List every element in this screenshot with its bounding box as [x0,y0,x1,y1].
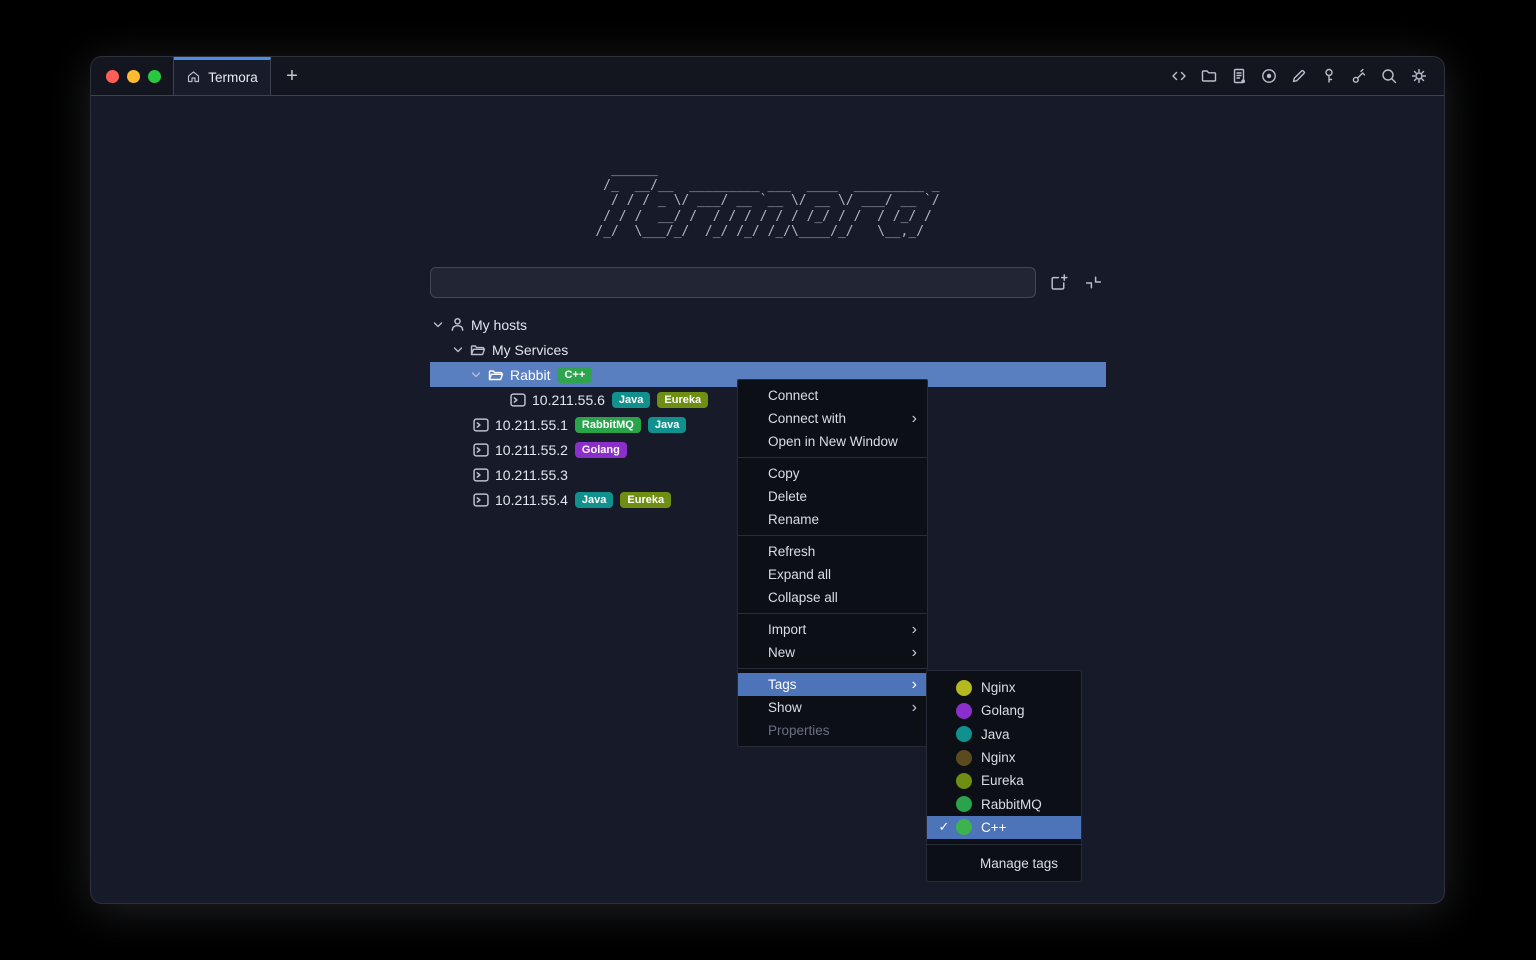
keychain-icon[interactable] [1350,67,1368,85]
edit-icon[interactable] [1290,67,1308,85]
tab-termora[interactable]: Termora [174,57,271,95]
menu-item-collapse-all[interactable]: Collapse all [738,586,927,609]
tag-color-dot [956,680,972,696]
tag-color-dot [956,773,972,789]
tree-label: 10.211.55.1 [495,417,568,433]
tag-badge: Eureka [620,492,671,508]
tags-submenu: Nginx Golang Java Nginx Eureka [926,670,1082,882]
settings-gear-icon[interactable] [1410,67,1428,85]
submenu-item-manage-tags[interactable]: Manage tags [927,850,1081,876]
terminal-icon [473,468,489,482]
terminal-icon [510,393,526,407]
tag-badge: Eureka [657,392,708,408]
folder-open-icon [488,368,504,382]
tag-color-dot [956,819,972,835]
tree-label: 10.211.55.2 [495,442,568,458]
submenu-item-tag[interactable]: Java [927,723,1081,746]
submenu-arrow-icon: › [912,677,917,693]
submenu-arrow-icon: › [912,700,917,716]
submenu-arrow-icon: › [912,411,917,427]
terminal-icon [473,443,489,457]
menu-item-connect[interactable]: Connect [738,384,927,407]
search-input[interactable] [430,267,1036,298]
menu-item-copy[interactable]: Copy [738,462,927,485]
submenu-item-tag[interactable]: Golang [927,699,1081,722]
tag-badge: Java [648,417,686,433]
tag-badge: Java [612,392,650,408]
menu-item-connect-with[interactable]: Connect with› [738,407,927,430]
chevron-down-icon[interactable] [453,345,463,355]
tree-label: 10.211.55.4 [495,492,568,508]
host-search-bar [430,267,1036,298]
user-icon [450,317,465,332]
menu-item-expand-all[interactable]: Expand all [738,563,927,586]
terminal-icon [473,418,489,432]
checkmark-icon: ✓ [935,819,953,835]
add-host-icon[interactable] [1047,271,1069,293]
menu-item-properties: Properties [738,719,927,742]
tree-row-my-services[interactable]: My Services [430,337,1106,362]
app-window: Termora + [91,57,1444,903]
submenu-item-tag[interactable]: Nginx [927,676,1081,699]
tag-badge: Golang [575,442,627,458]
tree-label: My hosts [471,317,527,333]
collapse-icon[interactable] [1082,271,1104,293]
tree-label: My Services [492,342,568,358]
tag-color-dot [956,726,972,742]
home-icon [186,69,201,87]
tree-label: Rabbit [510,367,550,383]
tree-row-my-hosts[interactable]: My hosts [430,312,1106,337]
tag-color-dot [956,750,972,766]
submenu-item-tag[interactable]: Eureka [927,769,1081,792]
menu-item-delete[interactable]: Delete [738,485,927,508]
menu-item-refresh[interactable]: Refresh [738,540,927,563]
tag-color-dot [956,796,972,812]
code-icon[interactable] [1170,67,1188,85]
key-icon[interactable] [1320,67,1338,85]
tag-badge: RabbitMQ [575,417,641,433]
new-tab-button[interactable]: + [271,57,313,95]
search-icon[interactable] [1380,67,1398,85]
menu-item-rename[interactable]: Rename [738,508,927,531]
terminal-icon [473,493,489,507]
submenu-arrow-icon: › [912,645,917,661]
menu-item-show[interactable]: Show› [738,696,927,719]
ascii-logo: ______ /_ __/__ _________ ___ ____ _____… [595,162,939,240]
tab-bar: Termora + [91,57,1444,96]
menu-item-open-in-new-window[interactable]: Open in New Window [738,430,927,453]
minimize-window-button[interactable] [127,70,140,83]
tree-label: 10.211.55.3 [495,467,568,483]
submenu-item-tag[interactable]: Nginx [927,746,1081,769]
submenu-item-tag[interactable]: RabbitMQ [927,792,1081,815]
tab-title: Termora [208,70,258,85]
window-controls [91,57,174,95]
context-menu: Connect Connect with› Open in New Window… [737,379,928,747]
search-side-buttons [1047,271,1104,293]
log-icon[interactable] [1230,67,1248,85]
toolbar [1170,57,1444,95]
chevron-down-icon[interactable] [471,370,481,380]
submenu-arrow-icon: › [912,622,917,638]
tag-badge: Java [575,492,613,508]
folder-icon[interactable] [1200,67,1218,85]
menu-item-new[interactable]: New› [738,641,927,664]
menu-item-tags[interactable]: Tags› [738,673,927,696]
chevron-down-icon[interactable] [433,320,443,330]
submenu-item-tag-cpp[interactable]: ✓ C++ [927,816,1081,839]
folder-open-icon [470,343,486,357]
menu-item-import[interactable]: Import› [738,618,927,641]
tree-label: 10.211.55.6 [532,392,605,408]
tag-badge: C++ [557,367,592,383]
close-window-button[interactable] [106,70,119,83]
tag-color-dot [956,703,972,719]
zoom-window-button[interactable] [148,70,161,83]
record-icon[interactable] [1260,67,1278,85]
